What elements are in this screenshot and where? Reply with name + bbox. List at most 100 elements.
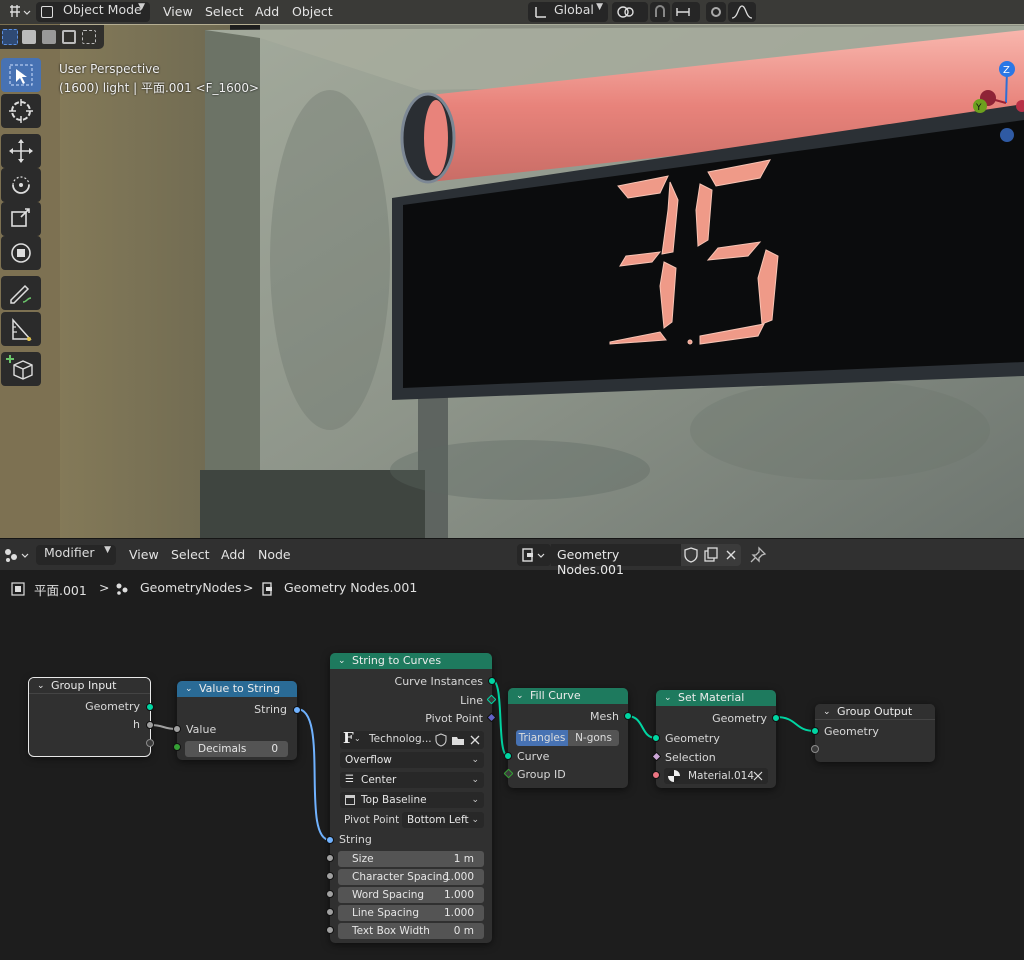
tool-add-cube[interactable]: [1, 352, 41, 386]
node-editor-type-button[interactable]: [2, 545, 32, 565]
node-header[interactable]: ⌄ String to Curves: [330, 653, 492, 669]
input-socket-curve[interactable]: [504, 752, 512, 760]
select-extend-icon[interactable]: [22, 30, 36, 44]
node-set-material[interactable]: ⌄ Set Material Geometry Geometry Selecti…: [651, 690, 780, 788]
input-socket-text-box-width[interactable]: [326, 926, 334, 934]
input-socket-decimals[interactable]: [173, 743, 181, 751]
tool-move[interactable]: [1, 134, 41, 168]
collapse-chevron-icon[interactable]: ⌄: [823, 704, 831, 720]
material-selector[interactable]: Material.014: [664, 768, 768, 784]
falloff-dropdown[interactable]: [728, 2, 756, 22]
pivot-point-dropdown[interactable]: Bottom Left ⌄: [402, 812, 484, 828]
word-spacing-field[interactable]: Word Spacing 1.000: [338, 887, 484, 903]
unlink-button[interactable]: [721, 544, 741, 566]
menu-object[interactable]: Object: [292, 2, 333, 22]
output-socket-string[interactable]: [293, 706, 301, 714]
input-socket-empty[interactable]: [811, 745, 819, 753]
size-field[interactable]: Size 1 m: [338, 851, 484, 867]
align-y-dropdown[interactable]: Top Baseline ⌄: [340, 792, 484, 808]
tool-transform[interactable]: [1, 236, 41, 270]
node-header[interactable]: ⌄ Fill Curve: [508, 688, 628, 704]
node-menu-view[interactable]: View: [129, 545, 159, 565]
node-group-name-field[interactable]: Geometry Nodes.001: [551, 544, 681, 577]
node-header[interactable]: ⌄ Value to String: [177, 681, 297, 697]
input-socket-line-spacing[interactable]: [326, 908, 334, 916]
input-socket-geometry[interactable]: [811, 727, 819, 735]
node-header[interactable]: ⌄ Set Material: [656, 690, 776, 706]
node-group-output[interactable]: ⌄ Group Output Geometry: [811, 704, 935, 762]
align-x-dropdown[interactable]: ☰ Center ⌄: [340, 772, 484, 788]
orientation-dropdown[interactable]: Global ▼: [528, 2, 608, 22]
collapse-chevron-icon[interactable]: ⌄: [185, 681, 193, 697]
font-selector[interactable]: F ⌄ Technolog...: [340, 729, 484, 749]
menu-view[interactable]: View: [163, 2, 193, 22]
pivot-dropdown[interactable]: [612, 2, 648, 22]
editor-type-button[interactable]: [4, 2, 32, 22]
3d-viewport[interactable]: Z Y Object Mode ▼ View Select Add Object…: [0, 0, 1024, 538]
modifier-context-dropdown[interactable]: Modifier ▼: [36, 545, 116, 565]
input-socket-value[interactable]: [173, 725, 181, 733]
snap-target-dropdown[interactable]: [672, 2, 700, 22]
collapse-chevron-icon[interactable]: ⌄: [516, 688, 524, 704]
decimals-field[interactable]: Decimals 0: [185, 741, 288, 757]
input-socket-material[interactable]: [652, 771, 660, 779]
output-socket-mesh[interactable]: [624, 712, 632, 720]
character-spacing-field[interactable]: Character Spacing 1.000: [338, 869, 484, 885]
close-icon[interactable]: [468, 732, 482, 748]
output-socket-line[interactable]: [486, 694, 497, 705]
select-subtract-icon[interactable]: [42, 30, 56, 44]
input-socket-string[interactable]: [326, 836, 334, 844]
pin-button[interactable]: [748, 545, 768, 565]
output-socket-pivot-point[interactable]: [486, 712, 497, 723]
select-new-icon[interactable]: [2, 29, 18, 45]
fill-mode-ngons[interactable]: N-gons: [568, 730, 619, 746]
tool-rotate[interactable]: [1, 168, 41, 202]
output-socket-empty[interactable]: [146, 739, 154, 747]
collapse-chevron-icon[interactable]: ⌄: [37, 678, 45, 694]
fake-user-button[interactable]: [681, 544, 701, 566]
fill-mode-triangles[interactable]: Triangles: [516, 730, 568, 746]
input-socket-word-spacing[interactable]: [326, 890, 334, 898]
node-editor[interactable]: Modifier ▼ View Select Add Node Geometry…: [0, 538, 1024, 960]
menu-select[interactable]: Select: [205, 2, 244, 22]
input-socket-selection[interactable]: [651, 751, 662, 762]
tool-select-box[interactable]: [1, 58, 41, 92]
select-intersect-icon[interactable]: [82, 30, 96, 44]
tool-measure[interactable]: [1, 312, 41, 346]
tool-scale[interactable]: [1, 202, 41, 236]
node-menu-add[interactable]: Add: [221, 545, 245, 565]
output-socket-h[interactable]: [146, 721, 154, 729]
overflow-dropdown[interactable]: Overflow ⌄: [340, 752, 484, 768]
folder-icon[interactable]: [450, 732, 466, 748]
mode-dropdown[interactable]: Object Mode ▼: [36, 2, 150, 22]
node-header[interactable]: ⌄ Group Output: [815, 704, 935, 720]
input-socket-geometry[interactable]: [652, 734, 660, 742]
snap-toggle[interactable]: [650, 2, 670, 22]
collapse-chevron-icon[interactable]: ⌄: [338, 653, 346, 669]
node-fill-curve[interactable]: ⌄ Fill Curve Mesh Triangles N-gons Curve…: [503, 688, 632, 788]
input-socket-size[interactable]: [326, 854, 334, 862]
output-socket-geometry[interactable]: [772, 714, 780, 722]
menu-add[interactable]: Add: [255, 2, 279, 22]
node-value-to-string[interactable]: ⌄ Value to String String Value Decimals …: [173, 681, 301, 760]
node-string-to-curves[interactable]: ⌄ String to Curves Curve Instances Line …: [326, 653, 497, 943]
proportional-edit-toggle[interactable]: [706, 2, 726, 22]
output-socket-curve-instances[interactable]: [488, 677, 496, 685]
text-box-width-field[interactable]: Text Box Width 0 m: [338, 923, 484, 939]
output-socket-geometry[interactable]: [146, 703, 154, 711]
node-header[interactable]: ⌄ Group Input: [29, 678, 150, 694]
shield-icon[interactable]: [434, 732, 448, 748]
duplicate-button[interactable]: [701, 544, 721, 566]
node-group-browse[interactable]: [517, 544, 551, 566]
input-socket-character-spacing[interactable]: [326, 872, 334, 880]
select-invert-icon[interactable]: [62, 30, 76, 44]
node-group-input[interactable]: ⌄ Group Input Geometry h: [28, 677, 154, 757]
node-menu-select[interactable]: Select: [171, 545, 210, 565]
close-icon[interactable]: [752, 768, 764, 784]
node-menu-node[interactable]: Node: [258, 545, 291, 565]
tool-annotate[interactable]: [1, 276, 41, 310]
tool-cursor[interactable]: [1, 94, 41, 128]
input-socket-group-id[interactable]: [503, 768, 514, 779]
line-spacing-field[interactable]: Line Spacing 1.000: [338, 905, 484, 921]
collapse-chevron-icon[interactable]: ⌄: [664, 690, 672, 706]
